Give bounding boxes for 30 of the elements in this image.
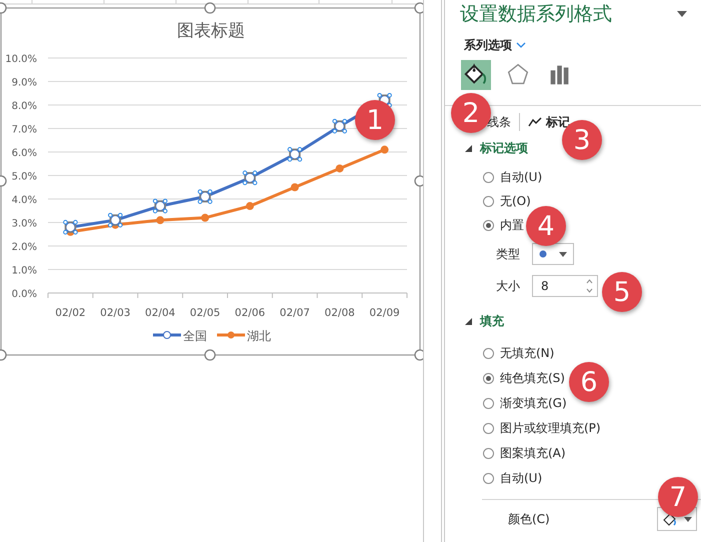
axis-label: 10.0% bbox=[5, 54, 37, 65]
axis-label: 5.0% bbox=[12, 172, 37, 182]
axis-label: 02/02 bbox=[55, 307, 86, 319]
callout-tooltip: 5 bbox=[602, 272, 642, 312]
field-label: 颜色(C) bbox=[508, 510, 550, 528]
chart-title: 图表标题 bbox=[177, 21, 245, 41]
axis-label: 3.0% bbox=[12, 218, 37, 230]
axis-label: 9.0% bbox=[12, 78, 37, 88]
axis-label: 1.0% bbox=[12, 266, 37, 276]
legend-label: 湖北 bbox=[247, 329, 271, 343]
legend-label: 全国 bbox=[183, 329, 207, 343]
axis-label: 8.0% bbox=[12, 101, 37, 112]
callout-tooltip: 7 bbox=[658, 477, 698, 517]
axis-label: 7.0% bbox=[12, 124, 37, 136]
axis-label: 02/08 bbox=[324, 307, 355, 319]
axis-label: 02/06 bbox=[234, 307, 266, 319]
axis-label: 02/05 bbox=[190, 307, 220, 319]
pane-title: 设置数据系列格式 bbox=[460, 2, 612, 27]
axis-label: 2.0% bbox=[12, 242, 37, 253]
axis-label: 02/09 bbox=[369, 307, 400, 319]
callout-tooltip: 6 bbox=[569, 362, 609, 402]
field-label: 类型 bbox=[496, 246, 521, 262]
axis-label: 02/03 bbox=[100, 307, 130, 319]
callout-tooltip: 4 bbox=[526, 206, 566, 246]
axis-label: 6.0% bbox=[12, 148, 37, 159]
axis-label: 02/07 bbox=[280, 307, 310, 319]
axis-label: 0.0% bbox=[12, 289, 37, 300]
axis-label: 02/04 bbox=[145, 307, 176, 319]
axis-label: 4.0% bbox=[12, 195, 37, 206]
field-label: 大小 bbox=[496, 278, 521, 294]
